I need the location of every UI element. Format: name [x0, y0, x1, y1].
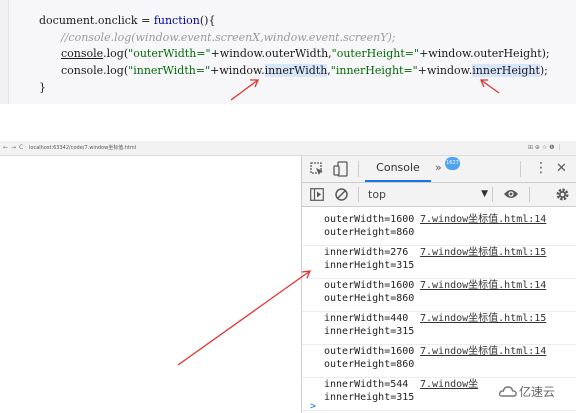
arrow-to-innerwidth	[230, 79, 259, 101]
annotation-arrows	[177, 79, 500, 366]
arrow-to-console	[177, 270, 311, 366]
